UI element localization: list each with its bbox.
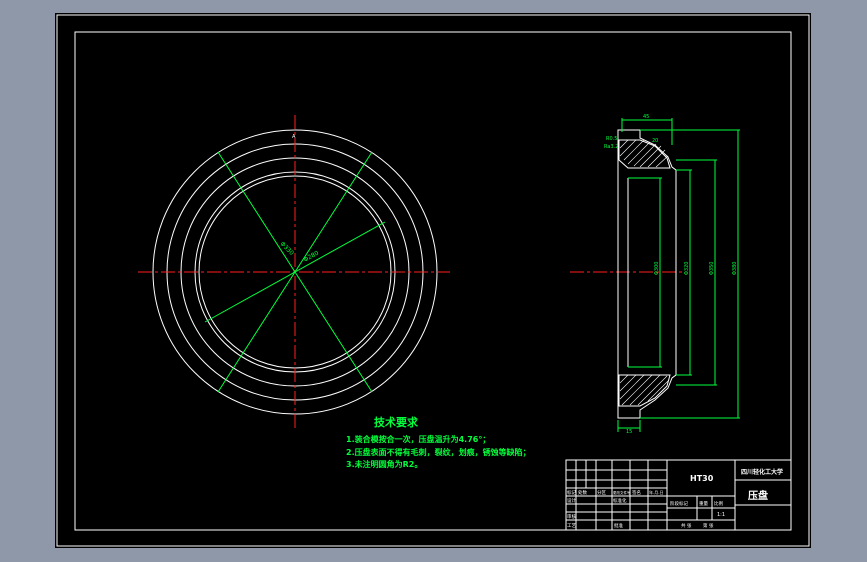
section-vdim-1: Φ300 xyxy=(654,262,660,275)
section-vdim-3: Φ350 xyxy=(709,262,715,275)
tech-item-2: 2.压盘表面不得有毛刺，裂纹，划痕，锈蚀等缺陷； xyxy=(346,447,531,458)
tb-label-file: 更改文件号 xyxy=(613,490,631,495)
tb-school: 四川轻化工大学 xyxy=(741,468,783,476)
section-vdim-4: Φ380 xyxy=(732,262,738,275)
tb-label-mark: 标记 xyxy=(567,489,576,496)
tb-standard: 标准化 xyxy=(613,497,627,504)
tb-label-zone: 分区 xyxy=(597,489,606,496)
section-side-dim: 20 xyxy=(652,138,658,144)
tb-scale: 1:1 xyxy=(717,512,725,518)
section-vdim-2: Φ320 xyxy=(684,262,690,275)
tb-label-count: 处数 xyxy=(578,489,587,496)
tb-page: 第 张 xyxy=(703,522,714,529)
tb-label-date: 年.月.日 xyxy=(649,489,664,495)
tb-weight: 重量 xyxy=(699,500,708,507)
tb-design: 设计 xyxy=(567,497,576,504)
section-surface-mark: Ra3.2 xyxy=(604,144,618,150)
tb-label-sign: 签名 xyxy=(632,489,641,496)
tb-process: 工艺 xyxy=(567,523,576,529)
tech-title: 技术要求 xyxy=(374,415,419,429)
tech-item-1: 1.装合模按合一次，压盘温升为4.76°； xyxy=(346,434,490,445)
tech-item-3: 3.未注明圆角为R2。 xyxy=(346,459,422,469)
tb-sheet: 共 张 xyxy=(681,522,692,529)
tb-review: 审核 xyxy=(567,513,576,520)
section-bottom-dim: 15 xyxy=(626,429,632,435)
section-tolerance: R0.5 xyxy=(606,136,617,142)
tb-material: HT30 xyxy=(690,474,714,483)
drawing-sheet xyxy=(55,13,811,548)
cad-drawing-canvas: Φ330 Φ280 A 45 20 R0.5 Ra3.2 15 Φ300 Φ32… xyxy=(55,13,811,548)
tb-approve: 批准 xyxy=(614,522,623,529)
tb-scale-label: 比例 xyxy=(714,500,723,507)
section-top-dim: 45 xyxy=(643,114,649,120)
tb-stage: 阶段标记 xyxy=(670,500,688,507)
front-top-mark: A xyxy=(292,134,296,140)
tb-part-name: 压盘 xyxy=(748,489,768,502)
